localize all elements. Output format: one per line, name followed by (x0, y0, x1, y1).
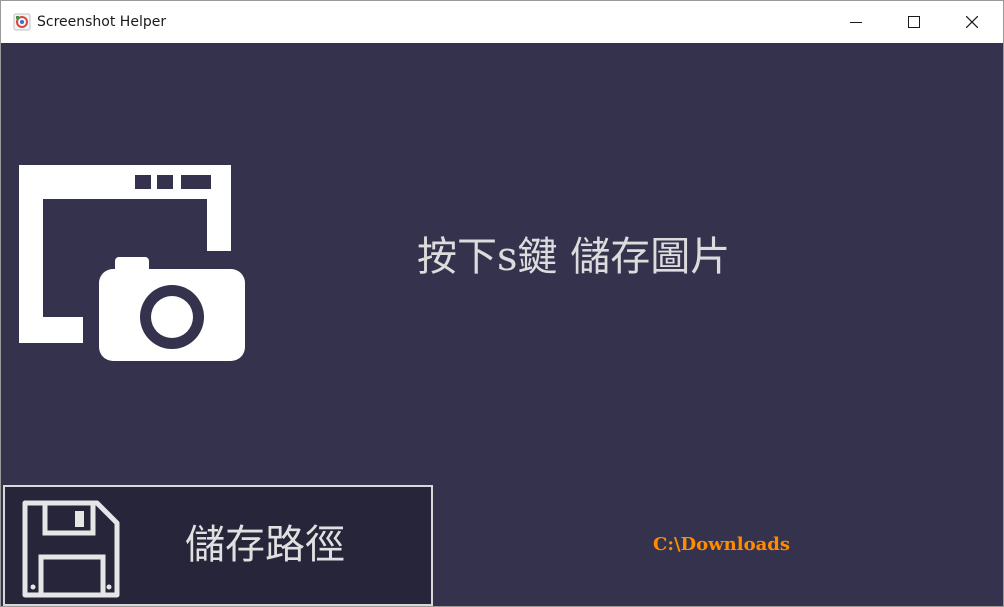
maximize-button[interactable] (885, 1, 943, 43)
floppy-disk-icon (22, 500, 120, 598)
maximize-icon (908, 16, 920, 28)
save-path-button[interactable]: 儲存路徑 (3, 485, 433, 606)
close-button[interactable] (943, 1, 1001, 43)
minimize-button[interactable] (827, 1, 885, 43)
screenshot-camera-icon (19, 165, 245, 361)
main-panel: 按下s鍵 儲存圖片 儲存路徑 C:\Downloads (1, 43, 1003, 606)
window-title: Screenshot Helper (37, 14, 167, 30)
close-icon (966, 16, 978, 28)
current-path-text: C:\Downloads (653, 534, 790, 555)
save-path-label: 儲存路徑 (185, 522, 345, 568)
minimize-icon (850, 22, 862, 23)
title-bar[interactable]: Screenshot Helper (1, 1, 1003, 43)
app-logo-icon (13, 13, 31, 31)
app-window: Screenshot Helper 按下s鍵 儲存圖片 儲存路徑 C:\Down… (0, 0, 1004, 607)
hint-label: 按下s鍵 儲存圖片 (417, 234, 731, 280)
